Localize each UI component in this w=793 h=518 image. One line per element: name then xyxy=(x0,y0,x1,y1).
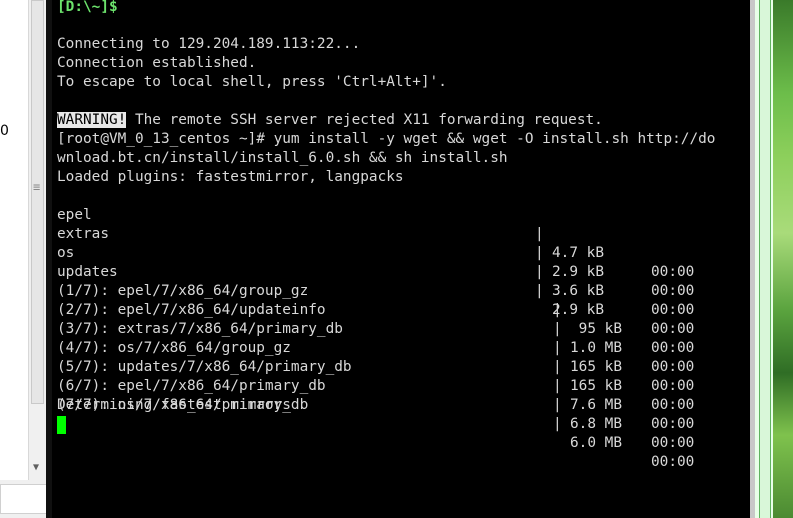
connect-line: Connection established. xyxy=(57,55,257,71)
repo-row: updates | 2.9 kB 00:00 xyxy=(57,244,747,337)
warning-line: WARNING! The remote SSH server rejected … xyxy=(57,111,603,130)
left-panel: 0 ≡ ▼ xyxy=(0,0,52,518)
terminal-scrollbar-thumb[interactable] xyxy=(759,0,771,518)
left-bottom-field[interactable] xyxy=(0,484,47,514)
command-line-continued: wnload.bt.cn/install/install_6.0.sh && s… xyxy=(57,150,508,166)
separator: | xyxy=(553,416,562,432)
repo-row: extras | 2.9 kB 00:00 xyxy=(57,206,747,299)
loaded-plugins-line: Loaded plugins: fastestmirror, langpacks xyxy=(57,169,404,185)
repo-row: os | 3.6 kB 00:00 xyxy=(57,225,747,318)
right-panel xyxy=(750,0,793,518)
local-prompt: [D:\~]$ xyxy=(57,0,118,15)
download-size: 7.6 MB xyxy=(570,397,622,413)
warning-badge: WARNING! xyxy=(57,112,127,128)
separator: | xyxy=(553,397,562,413)
left-content-area: 0 xyxy=(0,0,28,480)
download-row: (3/7): extras/7/x86_64/primary_db | 165 … xyxy=(57,301,747,394)
terminal-window[interactable]: [D:\~]$ Connecting to 129.204.189.113:22… xyxy=(52,0,750,518)
download-row: (2/7): epel/7/x86_64/updateinfo | 1.0 MB… xyxy=(57,282,747,375)
download-time: 00:00 xyxy=(651,454,695,470)
terminal-scrollbar[interactable] xyxy=(755,0,773,518)
download-row: (1/7): epel/7/x86_64/group_gz | 95 kB 00… xyxy=(57,263,747,356)
status-line: Determining fastest mirrors xyxy=(57,397,291,413)
warning-text: The remote SSH server rejected X11 forwa… xyxy=(126,112,603,128)
scroll-down-icon[interactable]: ▼ xyxy=(33,462,39,473)
left-scrollbar[interactable]: ≡ ▼ xyxy=(28,0,47,480)
download-time: 00:00 xyxy=(651,416,695,432)
grip-icon: ≡ xyxy=(33,180,41,194)
download-time: 00:00 xyxy=(651,435,695,451)
download-row: (6/7): epel/7/x86_64/primary_db | 6.8 MB… xyxy=(57,358,747,451)
download-row: (5/7): updates/7/x86_64/primary_db | 7.6… xyxy=(57,339,747,432)
command-line: [root@VM_0_13_centos ~]# yum install -y … xyxy=(57,131,716,147)
desktop-wallpaper xyxy=(773,0,793,518)
connect-line: Connecting to 129.204.189.113:22... xyxy=(57,36,361,52)
terminal-cursor xyxy=(57,416,66,434)
repo-row: epel | 4.7 kB 00:00 xyxy=(57,187,747,280)
download-row: (7/7): os/7/x86_64/primary_db | 6.0 MB 0… xyxy=(57,377,747,470)
left-scrollbar-thumb[interactable] xyxy=(31,0,44,404)
download-size: 6.8 MB xyxy=(570,416,622,432)
download-size: 6.0 MB xyxy=(570,435,622,451)
connect-line: To escape to local shell, press 'Ctrl+Al… xyxy=(57,74,447,90)
download-row: (4/7): os/7/x86_64/group_gz | 165 kB 00:… xyxy=(57,320,747,413)
left-partial-text: 0 xyxy=(0,123,9,139)
download-time: 00:00 xyxy=(651,397,695,413)
